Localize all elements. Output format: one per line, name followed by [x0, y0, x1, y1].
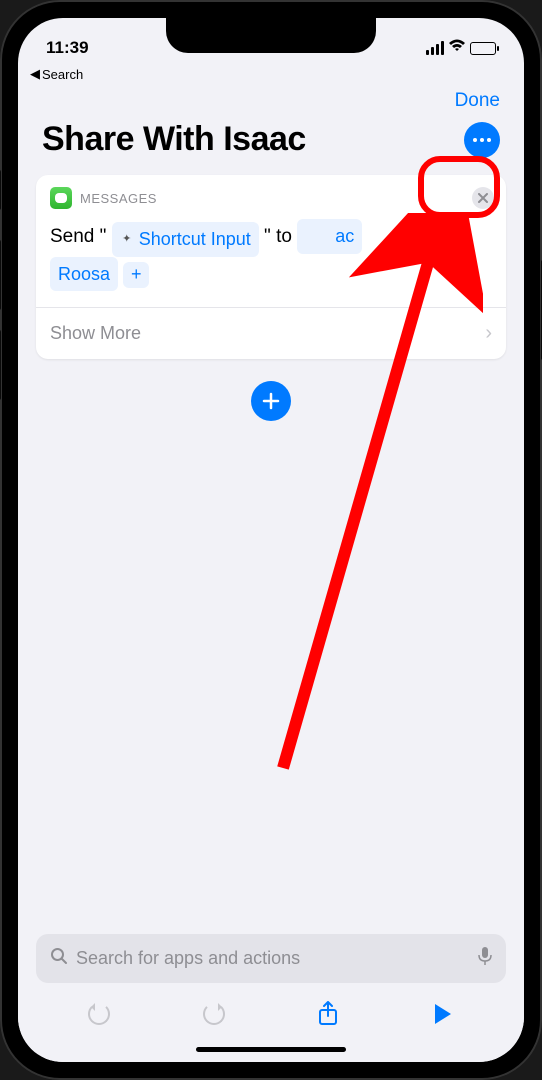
- chevron-right-icon: ›: [485, 322, 492, 345]
- home-indicator[interactable]: [196, 1047, 346, 1052]
- back-label: Search: [42, 67, 83, 82]
- redo-icon: [203, 1003, 225, 1025]
- play-icon: [435, 1004, 451, 1024]
- action-description: Send " ✦ Shortcut Input " to ac Roosa +: [36, 215, 506, 307]
- show-more-label: Show More: [50, 323, 141, 344]
- close-icon: [478, 193, 488, 203]
- search-icon: [50, 947, 68, 970]
- undo-button[interactable]: [84, 999, 114, 1029]
- cellular-icon: [426, 41, 444, 55]
- plus-icon: [261, 391, 281, 411]
- microphone-icon[interactable]: [478, 946, 492, 971]
- notch: [166, 18, 376, 53]
- add-action-button[interactable]: [251, 381, 291, 421]
- undo-icon: [88, 1003, 110, 1025]
- recipient-token-part2[interactable]: Roosa: [50, 257, 118, 292]
- volume-down: [0, 330, 1, 400]
- volume-up: [0, 240, 1, 310]
- ellipsis-icon: [473, 138, 477, 142]
- remove-action-button[interactable]: [472, 187, 494, 209]
- send-message-action-card[interactable]: MESSAGES Send " ✦ Shortcut Input " to ac…: [36, 175, 506, 359]
- shortcut-input-token[interactable]: ✦ Shortcut Input: [112, 222, 259, 257]
- search-placeholder: Search for apps and actions: [76, 948, 470, 969]
- show-more-button[interactable]: Show More ›: [36, 308, 506, 359]
- more-options-button[interactable]: [464, 122, 500, 158]
- mute-switch: [0, 170, 1, 210]
- page-title: Share With Isaac: [42, 120, 306, 159]
- share-button[interactable]: [313, 999, 343, 1029]
- magic-variable-icon: ✦: [120, 232, 134, 246]
- title-row: Share With Isaac: [18, 112, 524, 175]
- send-prefix: Send ": [50, 226, 106, 247]
- nav-bar: Done: [18, 82, 524, 112]
- bottom-toolbar-area: Search for apps and actions: [18, 934, 524, 1062]
- card-app-label: MESSAGES: [80, 191, 157, 206]
- card-header: MESSAGES: [36, 175, 506, 215]
- back-caret-icon: ◀: [30, 66, 40, 82]
- back-to-search[interactable]: ◀ Search: [18, 66, 524, 82]
- screen: 11:39 ◀ Search Done Share With Isaac: [18, 18, 524, 1062]
- recipient-token-part1[interactable]: ac: [297, 219, 362, 254]
- add-recipient-button[interactable]: +: [123, 262, 149, 288]
- wifi-icon: [448, 39, 466, 58]
- phone-frame: 11:39 ◀ Search Done Share With Isaac: [0, 0, 542, 1080]
- messages-app-icon: [50, 187, 72, 209]
- redo-button[interactable]: [199, 999, 229, 1029]
- battery-icon: [470, 42, 496, 55]
- editor-toolbar: [36, 983, 506, 1041]
- share-icon: [317, 1001, 339, 1027]
- search-input[interactable]: Search for apps and actions: [36, 934, 506, 983]
- run-button[interactable]: [428, 999, 458, 1029]
- send-mid: " to: [264, 226, 292, 247]
- done-button[interactable]: Done: [455, 90, 500, 112]
